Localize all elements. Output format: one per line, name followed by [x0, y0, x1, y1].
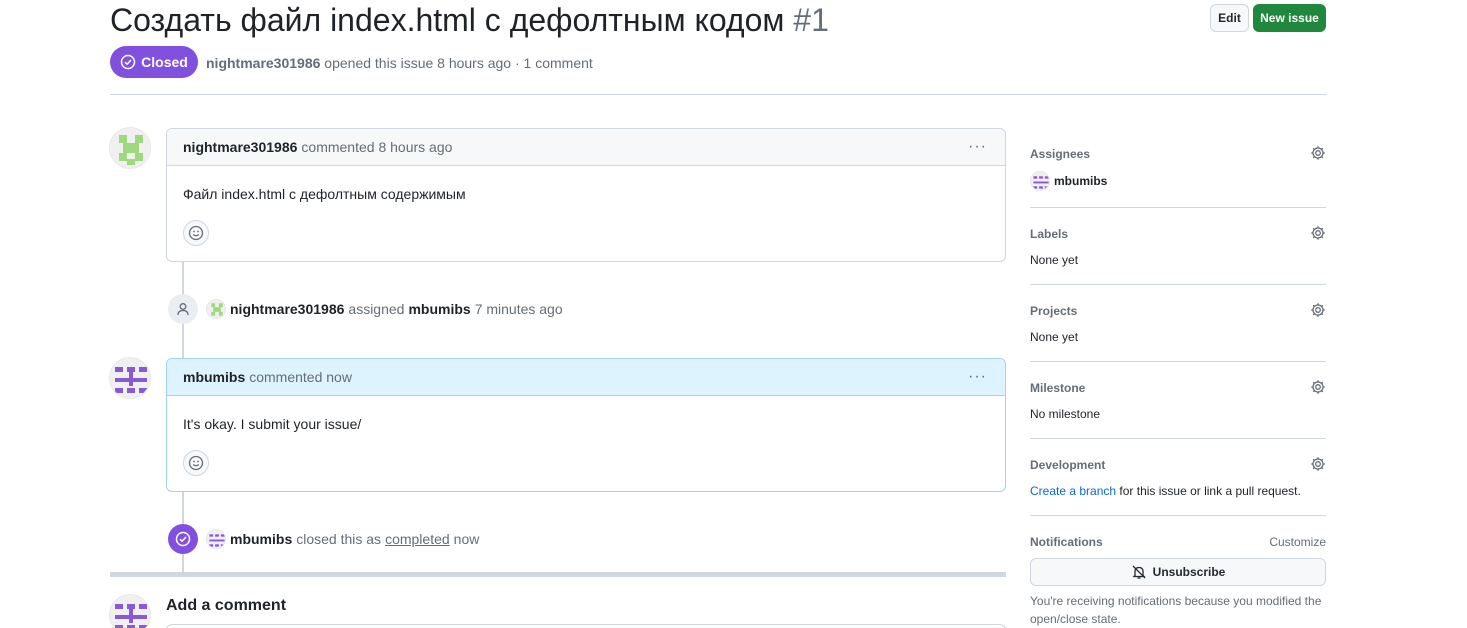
sidebar-milestone: Milestone No milestone	[1030, 379, 1326, 421]
avatar[interactable]	[1030, 171, 1050, 191]
comment-author[interactable]: nightmare301986	[183, 139, 297, 155]
kebab-menu-icon[interactable]: ···	[968, 368, 987, 386]
reaction-button[interactable]	[183, 450, 209, 476]
avatar[interactable]	[109, 127, 151, 169]
comment-card: nightmare301986 commented 8 hours ago ··…	[166, 128, 1006, 262]
bell-slash-icon	[1132, 565, 1146, 579]
edit-button[interactable]: Edit	[1210, 4, 1249, 32]
avatar[interactable]	[109, 357, 151, 399]
development-value: Create a branch for this issue or link a…	[1030, 484, 1326, 498]
header-divider	[110, 94, 1327, 95]
development-heading[interactable]: Development	[1030, 458, 1326, 472]
identicon-purple-icon	[110, 595, 150, 628]
event-verb: assigned	[348, 301, 405, 317]
sidebar-development: Development Create a branch for this iss…	[1030, 456, 1326, 498]
milestone-heading[interactable]: Milestone	[1030, 381, 1326, 395]
assignees-heading[interactable]: Assignees	[1030, 147, 1326, 161]
create-branch-link[interactable]: Create a branch	[1030, 484, 1116, 498]
projects-heading[interactable]: Projects	[1030, 304, 1326, 318]
add-comment-heading: Add a comment	[166, 597, 287, 614]
gear-icon[interactable]	[1310, 302, 1326, 318]
assignee-name[interactable]: mbumibs	[1054, 174, 1107, 188]
avatar[interactable]	[206, 529, 226, 549]
comment-time: commented 8 hours ago	[301, 139, 453, 155]
avatar[interactable]	[206, 299, 226, 319]
issue-author-link[interactable]: nightmare301986	[206, 55, 320, 71]
sidebar-assignees: Assignees mbumibs	[1030, 145, 1326, 191]
close-reason-link[interactable]: completed	[385, 531, 450, 547]
status-badge: Closed	[110, 46, 198, 78]
customize-link[interactable]: Customize	[1269, 535, 1326, 549]
identicon-green-icon	[110, 128, 150, 168]
avatar	[109, 594, 151, 628]
issue-title-text: Создать файл index.html с дефолтным кодо…	[110, 2, 785, 38]
event-time: now	[453, 531, 480, 547]
person-icon	[168, 294, 198, 324]
closed-event: mbumibs closed this as completed now	[168, 524, 479, 554]
reaction-button[interactable]	[183, 220, 209, 246]
event-actor[interactable]: mbumibs	[230, 531, 292, 547]
comment-header: mbumibs commented now ···	[167, 359, 1005, 396]
issue-meta: nightmare301986 opened this issue 8 hour…	[206, 55, 593, 71]
projects-value: None yet	[1030, 330, 1079, 344]
unsubscribe-button[interactable]: Unsubscribe	[1030, 558, 1326, 586]
sidebar-divider	[1030, 207, 1326, 208]
smiley-icon	[188, 455, 204, 471]
event-verb: closed this as	[296, 531, 382, 547]
comment-header: nightmare301986 commented 8 hours ago ··…	[167, 129, 1005, 166]
smiley-icon	[188, 225, 204, 241]
new-issue-button[interactable]: New issue	[1253, 4, 1326, 32]
gear-icon[interactable]	[1310, 456, 1326, 472]
sidebar-divider	[1030, 284, 1326, 285]
event-actor[interactable]: nightmare301986	[230, 301, 344, 317]
comment-time: commented now	[249, 369, 352, 385]
gear-icon[interactable]	[1310, 379, 1326, 395]
event-time: 7 minutes ago	[474, 301, 563, 317]
status-label: Closed	[141, 54, 188, 70]
labels-heading[interactable]: Labels	[1030, 227, 1326, 241]
comment-body: Файл index.html с дефолтным содержимым	[183, 186, 466, 202]
issue-number: #1	[793, 2, 829, 38]
labels-value: None yet	[1030, 253, 1079, 267]
identicon-purple-icon	[207, 530, 225, 548]
check-circle-icon	[168, 524, 198, 554]
sidebar-divider	[1030, 438, 1326, 439]
sidebar-divider	[1030, 361, 1326, 362]
identicon-purple-icon	[1031, 172, 1049, 190]
comment-author[interactable]: mbumibs	[183, 369, 245, 385]
development-rest-text: for this issue or link a pull request.	[1119, 484, 1301, 498]
notifications-note: You're receiving notifications because y…	[1030, 594, 1322, 626]
sidebar-notifications: Notifications Customize	[1030, 535, 1326, 549]
identicon-purple-icon	[110, 358, 150, 398]
assigned-event: nightmare301986 assigned mbumibs 7 minut…	[168, 294, 563, 324]
milestone-value: No milestone	[1030, 407, 1101, 421]
sidebar-projects: Projects None yet	[1030, 302, 1326, 344]
sidebar-labels: Labels None yet	[1030, 225, 1326, 267]
comment-body: It's okay. I submit your issue/	[183, 416, 362, 432]
identicon-green-icon	[207, 300, 225, 318]
gear-icon[interactable]	[1310, 145, 1326, 161]
unsubscribe-label: Unsubscribe	[1152, 565, 1226, 579]
sidebar-divider	[1030, 515, 1326, 516]
comment-card: mbumibs commented now ··· It's okay. I s…	[166, 358, 1006, 492]
issue-opened-text: opened this issue 8 hours ago · 1 commen…	[324, 55, 593, 71]
check-circle-icon	[120, 54, 136, 70]
issue-title: Создать файл index.html с дефолтным кодо…	[110, 2, 829, 39]
comment-editor[interactable]	[166, 624, 1006, 628]
gear-icon[interactable]	[1310, 225, 1326, 241]
event-target[interactable]: mbumibs	[408, 301, 470, 317]
kebab-menu-icon[interactable]: ···	[968, 138, 987, 156]
timeline-end-divider	[110, 572, 1006, 577]
